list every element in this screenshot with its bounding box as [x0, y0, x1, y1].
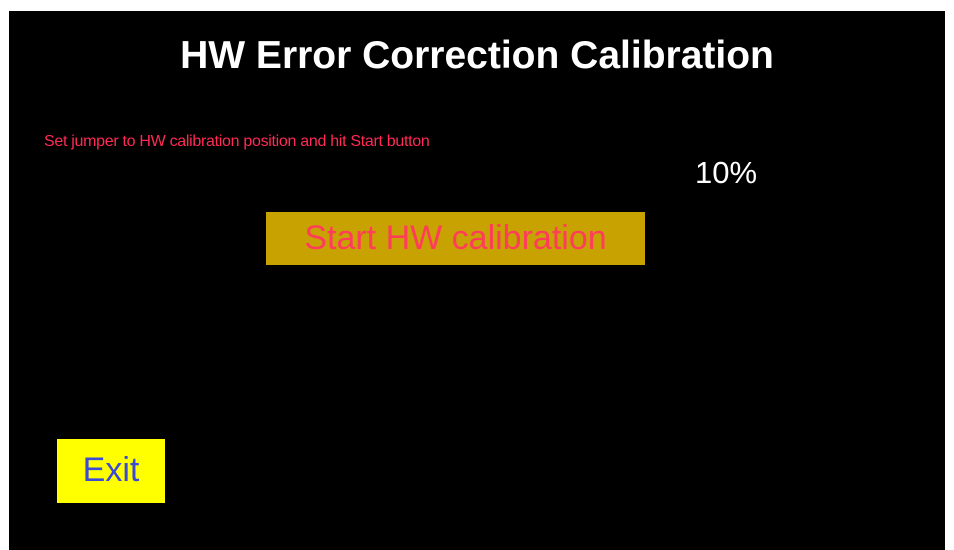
exit-button[interactable]: Exit: [57, 439, 165, 503]
progress-percentage: 10%: [695, 155, 758, 190]
instruction-text: Set jumper to HW calibration position an…: [44, 133, 430, 150]
page-title: HW Error Correction Calibration: [180, 34, 774, 77]
calibration-screen: HW Error Correction Calibration Set jump…: [9, 11, 945, 550]
start-hw-calibration-button[interactable]: Start HW calibration: [266, 212, 645, 265]
